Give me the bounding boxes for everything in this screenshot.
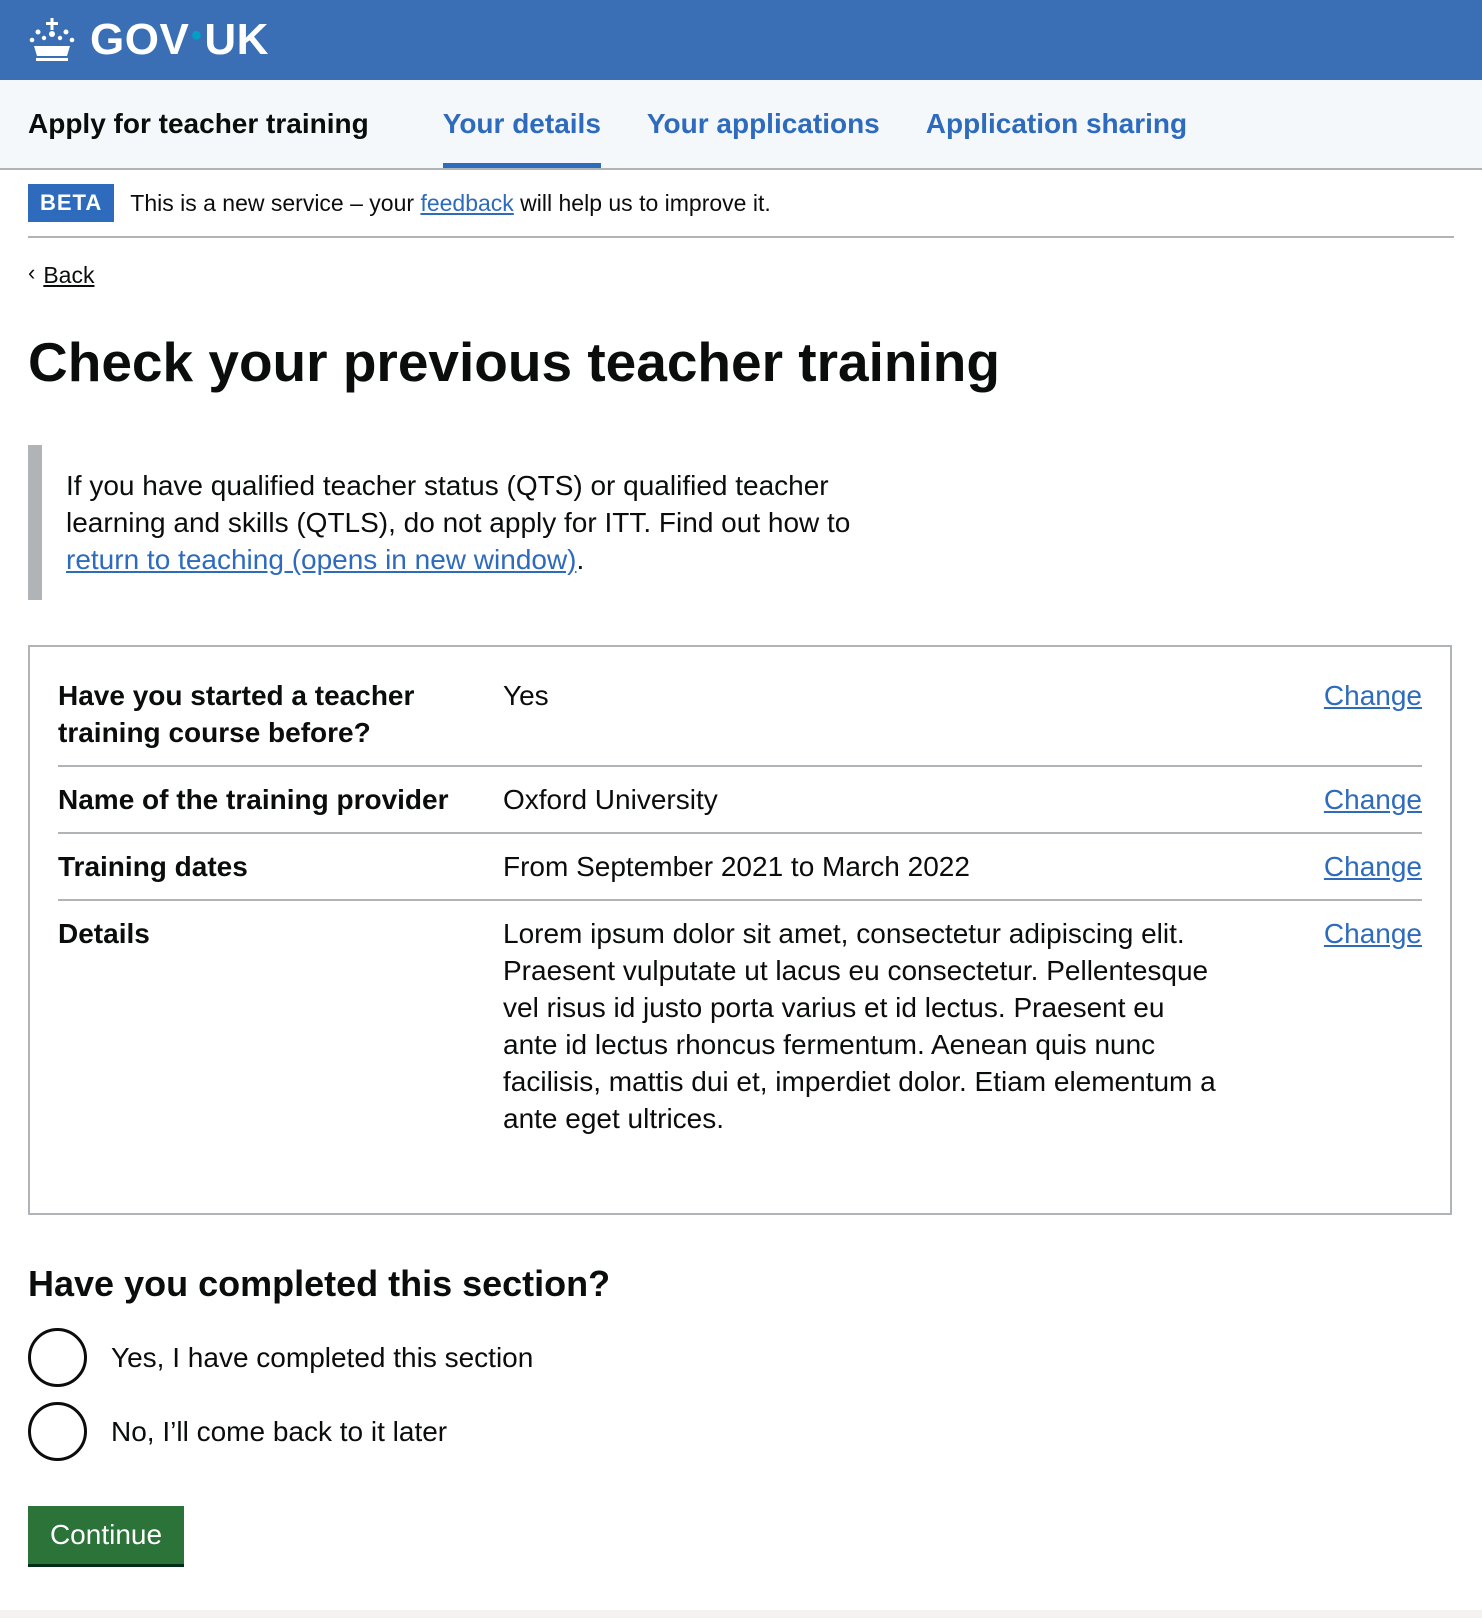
- logo-text-left: GOV: [90, 15, 190, 64]
- change-link[interactable]: Change: [1324, 851, 1422, 882]
- radio-option-no[interactable]: No, I’ll come back to it later: [28, 1402, 447, 1461]
- summary-row: Name of the training provider Oxford Uni…: [58, 767, 1422, 834]
- radio-input-no[interactable]: [28, 1402, 87, 1461]
- govuk-header: GOV • UK: [0, 0, 1482, 80]
- summary-value: Oxford University: [503, 784, 718, 815]
- continue-button[interactable]: Continue: [28, 1506, 184, 1564]
- nav-item-your-applications[interactable]: Your applications: [647, 80, 880, 168]
- summary-action: Change: [1223, 781, 1422, 816]
- page-title: Check your previous teacher training: [28, 331, 1000, 393]
- back-link-container[interactable]: ‹ Back: [28, 259, 94, 289]
- radio-option-yes[interactable]: Yes, I have completed this section: [28, 1328, 533, 1387]
- summary-action: Change: [1223, 915, 1422, 1137]
- summary-action: Change: [1223, 677, 1422, 749]
- summary-list: Have you started a teacher training cour…: [28, 645, 1452, 1215]
- summary-value: Yes: [503, 680, 549, 711]
- radio-label-no[interactable]: No, I’ll come back to it later: [111, 1416, 447, 1448]
- logo-dot: •: [191, 19, 203, 52]
- beta-text: This is a new service – your feedback wi…: [130, 190, 770, 217]
- summary-key: Name of the training provider: [58, 784, 449, 815]
- crown-icon: [29, 18, 75, 61]
- summary-action: Change: [1223, 848, 1422, 883]
- inset-text: If you have qualified teacher status (QT…: [28, 445, 908, 600]
- inset-text-body: If you have qualified teacher status (QT…: [66, 470, 851, 538]
- return-to-teaching-link[interactable]: return to teaching (opens in new window): [66, 544, 577, 575]
- summary-key: Training dates: [58, 851, 248, 882]
- service-navigation: Apply for teacher training Your details …: [0, 80, 1482, 170]
- nav-item-application-sharing[interactable]: Application sharing: [926, 80, 1187, 168]
- summary-key: Have you started a teacher training cour…: [58, 680, 415, 748]
- change-link[interactable]: Change: [1324, 680, 1422, 711]
- beta-text-before: This is a new service – your: [130, 189, 421, 216]
- nav-item-your-details[interactable]: Your details: [442, 80, 602, 168]
- feedback-link[interactable]: feedback: [420, 190, 513, 216]
- summary-row: Training dates From September 2021 to Ma…: [58, 834, 1422, 901]
- radio-input-yes[interactable]: [28, 1328, 87, 1387]
- change-link[interactable]: Change: [1324, 918, 1422, 949]
- summary-row: Details Lorem ipsum dolor sit amet, cons…: [58, 901, 1422, 1153]
- summary-value: From September 2021 to March 2022: [503, 851, 970, 882]
- beta-tag: BETA: [28, 184, 115, 222]
- inset-text-after: .: [576, 544, 585, 575]
- logo-text-right: UK: [204, 15, 269, 64]
- change-link[interactable]: Change: [1324, 784, 1422, 815]
- completion-question: Have you completed this section?: [28, 1263, 611, 1304]
- radio-label-yes[interactable]: Yes, I have completed this section: [111, 1342, 533, 1374]
- summary-key: Details: [58, 918, 150, 949]
- footer-divider: [0, 1610, 1482, 1618]
- summary-value: Lorem ipsum dolor sit amet, consectetur …: [503, 918, 1216, 1134]
- back-link[interactable]: Back: [43, 262, 94, 289]
- service-name[interactable]: Apply for teacher training: [28, 80, 369, 168]
- beta-text-after: will help us to improve it.: [513, 189, 771, 216]
- phase-banner: BETA This is a new service – your feedba…: [28, 170, 1454, 238]
- chevron-left-icon: ‹: [28, 259, 36, 285]
- govuk-logo[interactable]: GOV • UK: [28, 15, 269, 65]
- summary-row: Have you started a teacher training cour…: [58, 647, 1422, 767]
